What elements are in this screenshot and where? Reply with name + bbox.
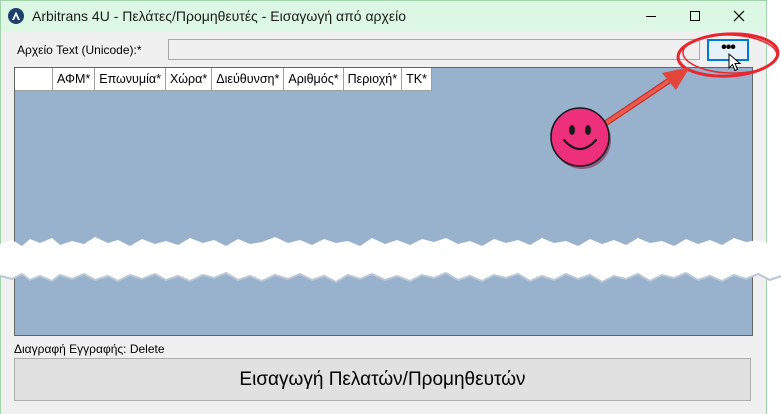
smiley-face-icon xyxy=(550,107,611,169)
pointer-arrow xyxy=(603,67,690,126)
